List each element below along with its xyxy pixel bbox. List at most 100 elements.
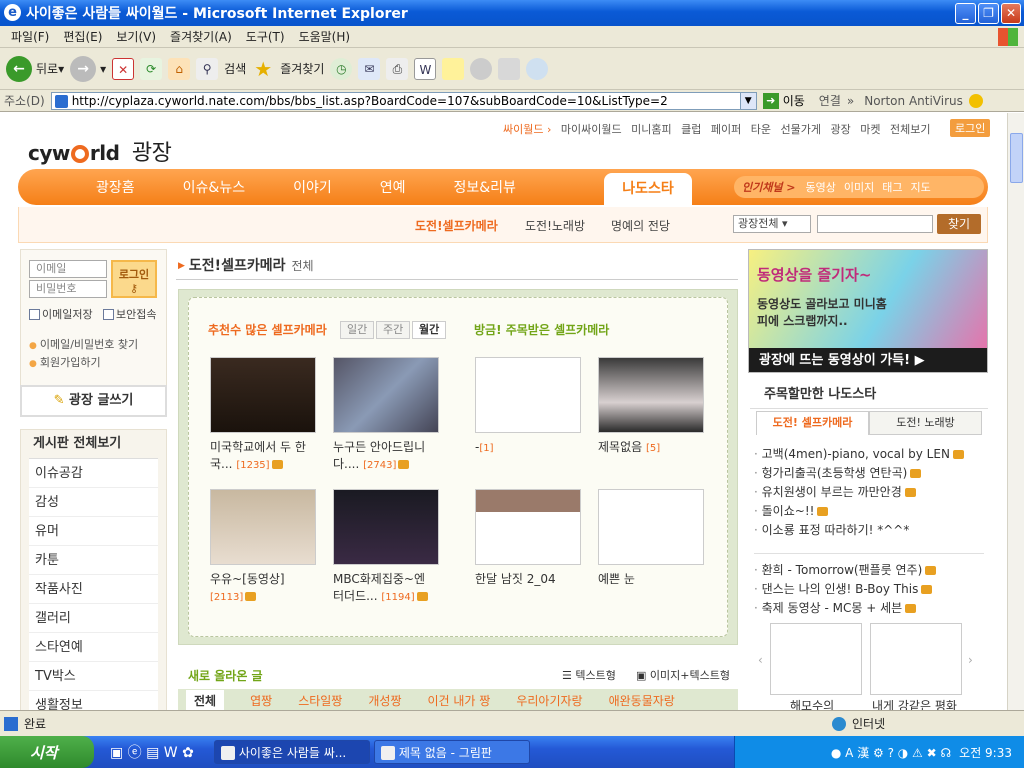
password-field[interactable]: 비밀번호 <box>29 280 107 298</box>
cyworld-logo[interactable]: cyw rld 광장 <box>28 135 172 167</box>
board-item[interactable]: 갤러리 <box>29 604 158 633</box>
menu-help[interactable]: 도움말(H) <box>292 28 358 45</box>
tab-daily[interactable]: 일간 <box>340 321 375 339</box>
home-icon[interactable]: ⌂ <box>168 57 191 80</box>
thumbnail[interactable] <box>475 357 581 433</box>
save-email-checkbox[interactable]: 이메일저장 <box>29 306 93 322</box>
view-image-text-button[interactable]: ▣ 이미지+텍스트형 <box>636 667 730 683</box>
thumb-caption[interactable]: 내게 강같은 평화 <box>872 697 957 710</box>
item-caption[interactable]: 미국학교에서 두 한 국... [1235] <box>210 439 320 474</box>
menu-view[interactable]: 보기(V) <box>109 28 163 45</box>
topnav-link[interactable]: 마이싸이월드 <box>561 123 622 136</box>
thumbnail[interactable] <box>333 357 439 433</box>
nav-story[interactable]: 이야기 <box>293 177 332 197</box>
list-item[interactable]: 돌이쇼~!! <box>754 502 984 521</box>
thumbnail[interactable] <box>333 489 439 565</box>
post-tab[interactable]: 엽짱 <box>250 692 272 709</box>
subnav-karaoke[interactable]: 도전!노래방 <box>525 217 585 234</box>
tab-weekly[interactable]: 주간 <box>376 321 411 339</box>
back-button[interactable]: ← 뒤로 ▾ <box>6 55 64 82</box>
discuss-icon[interactable] <box>470 57 493 80</box>
board-item[interactable]: 유머 <box>29 517 158 546</box>
restore-button[interactable]: ❐ <box>978 3 999 24</box>
list-item[interactable]: 환희 - Tomorrow(팬플룻 연주) <box>754 561 984 580</box>
go-button[interactable]: ➜ 이동 <box>762 92 805 109</box>
board-item[interactable]: TV박스 <box>29 662 158 691</box>
post-tab-all[interactable]: 전체 <box>186 689 225 710</box>
join-link[interactable]: 회원가입하기 <box>29 354 101 370</box>
thumbnail[interactable] <box>770 623 862 695</box>
print-icon[interactable]: ⎙ <box>386 57 409 80</box>
research-icon[interactable] <box>498 57 521 80</box>
topnav-link[interactable]: 전체보기 <box>890 123 930 136</box>
popular-item[interactable]: 동영상 <box>806 179 836 195</box>
search-button[interactable]: ⚲ 검색 <box>196 57 246 80</box>
post-tab[interactable]: 이건 내가 짱 <box>427 692 490 709</box>
secure-login-checkbox[interactable]: 보안접속 <box>103 306 156 322</box>
item-caption[interactable]: -[1] <box>475 439 585 457</box>
address-input[interactable]: http://cyplaza.cyworld.nate.com/bbs/bbs_… <box>50 91 757 110</box>
prev-arrow-icon[interactable]: ‹ <box>758 653 763 667</box>
menu-favorites[interactable]: 즐겨찾기(A) <box>163 28 239 45</box>
menu-file[interactable]: 파일(F) <box>4 28 56 45</box>
tray-icons[interactable]: ● A 漢 ⚙ ? ◑ ⚠ ✖ ☊ <box>831 744 951 761</box>
post-tab[interactable]: 우리아기자랑 <box>516 692 582 709</box>
popular-item[interactable]: 이미지 <box>844 179 874 195</box>
topnav-cyworld[interactable]: 싸이월드 › <box>503 123 551 136</box>
popular-item[interactable]: 지도 <box>911 179 931 195</box>
board-title[interactable]: 게시판 전체보기 <box>21 430 166 458</box>
item-caption[interactable]: 제목없음 [5] <box>598 439 708 457</box>
task-paint[interactable]: 제목 없음 - 그림판 <box>373 740 530 764</box>
post-tab[interactable]: 스타일짱 <box>298 692 342 709</box>
refresh-icon[interactable]: ⟳ <box>140 57 163 80</box>
nav-info-review[interactable]: 정보&리뷰 <box>453 177 515 197</box>
nav-plaza-home[interactable]: 광장홈 <box>96 177 135 197</box>
subnav-selfcam[interactable]: 도전!셀프카메라 <box>415 217 498 234</box>
menu-edit[interactable]: 편집(E) <box>56 28 109 45</box>
topnav-link[interactable]: 미니홈피 <box>631 123 671 136</box>
nado-tab-selfcam[interactable]: 도전! 셀프카메라 <box>756 411 869 435</box>
topnav-link[interactable]: 페이퍼 <box>711 123 741 136</box>
start-button[interactable]: 시작 <box>0 736 94 768</box>
post-tab[interactable]: 개성짱 <box>368 692 401 709</box>
tab-monthly[interactable]: 월간 <box>412 321 447 339</box>
board-item[interactable]: 이슈공감 <box>29 459 158 488</box>
list-item[interactable]: 유치원생이 부르는 까만안경 <box>754 483 984 502</box>
board-item[interactable]: 감성 <box>29 488 158 517</box>
menu-tools[interactable]: 도구(T) <box>239 28 292 45</box>
scroll-thumb[interactable] <box>1010 133 1023 183</box>
forward-button[interactable]: → ▾ <box>70 55 106 82</box>
list-item[interactable]: 축제 동영상 - MC몽 + 세븐 <box>754 599 984 618</box>
post-tab[interactable]: 애완동물자랑 <box>609 692 675 709</box>
video-banner[interactable]: 동영상을 즐기자~ 동영상도 골라보고 미니홈피에 스크랩까지.. 광장에 뜨는… <box>748 249 988 373</box>
nav-nadostar-active[interactable]: 나도스타 <box>604 173 692 205</box>
topnav-link[interactable]: 광장 <box>830 123 850 136</box>
thumbnail[interactable] <box>210 489 316 565</box>
search-scope-select[interactable]: 광장전체 ▾ <box>733 215 811 233</box>
task-ie[interactable]: 사이좋은 사람들 싸... <box>213 740 370 764</box>
topnav-link[interactable]: 마켓 <box>860 123 880 136</box>
minimize-button[interactable]: _ <box>955 3 976 24</box>
item-caption[interactable]: 한달 남짓 2_04 <box>475 571 585 588</box>
topnav-link[interactable]: 클럽 <box>681 123 701 136</box>
board-item[interactable]: 카툰 <box>29 546 158 575</box>
subnav-hall-of-fame[interactable]: 명예의 전당 <box>611 217 670 234</box>
stop-icon[interactable]: ✕ <box>112 57 135 80</box>
thumb-caption[interactable]: 해모수의 <box>790 697 834 710</box>
thumbnail[interactable] <box>210 357 316 433</box>
norton-icon[interactable] <box>968 93 983 108</box>
nav-issue-news[interactable]: 이슈&뉴스 <box>183 177 245 197</box>
board-item[interactable]: 생활정보 <box>29 691 158 710</box>
quicklaunch-icons[interactable]: ▣ ⓔ ▤ W ✿ <box>110 742 194 762</box>
thumbnail[interactable] <box>598 357 704 433</box>
view-text-button[interactable]: ☰ 텍스트형 <box>562 667 616 683</box>
vertical-scrollbar[interactable] <box>1007 113 1024 710</box>
thumbnail[interactable] <box>598 489 704 565</box>
notes-icon[interactable] <box>442 57 465 80</box>
content-subtitle[interactable]: 전체 <box>291 259 313 273</box>
list-item[interactable]: 이소룡 표정 따라하기! *^^* <box>754 521 984 540</box>
list-item[interactable]: 고백(4men)-piano, vocal by LEN <box>754 445 984 464</box>
nado-tab-karaoke[interactable]: 도전! 노래방 <box>869 411 982 435</box>
item-caption[interactable]: 예쁜 눈 <box>598 571 708 588</box>
close-button[interactable]: ✕ <box>1001 3 1021 24</box>
